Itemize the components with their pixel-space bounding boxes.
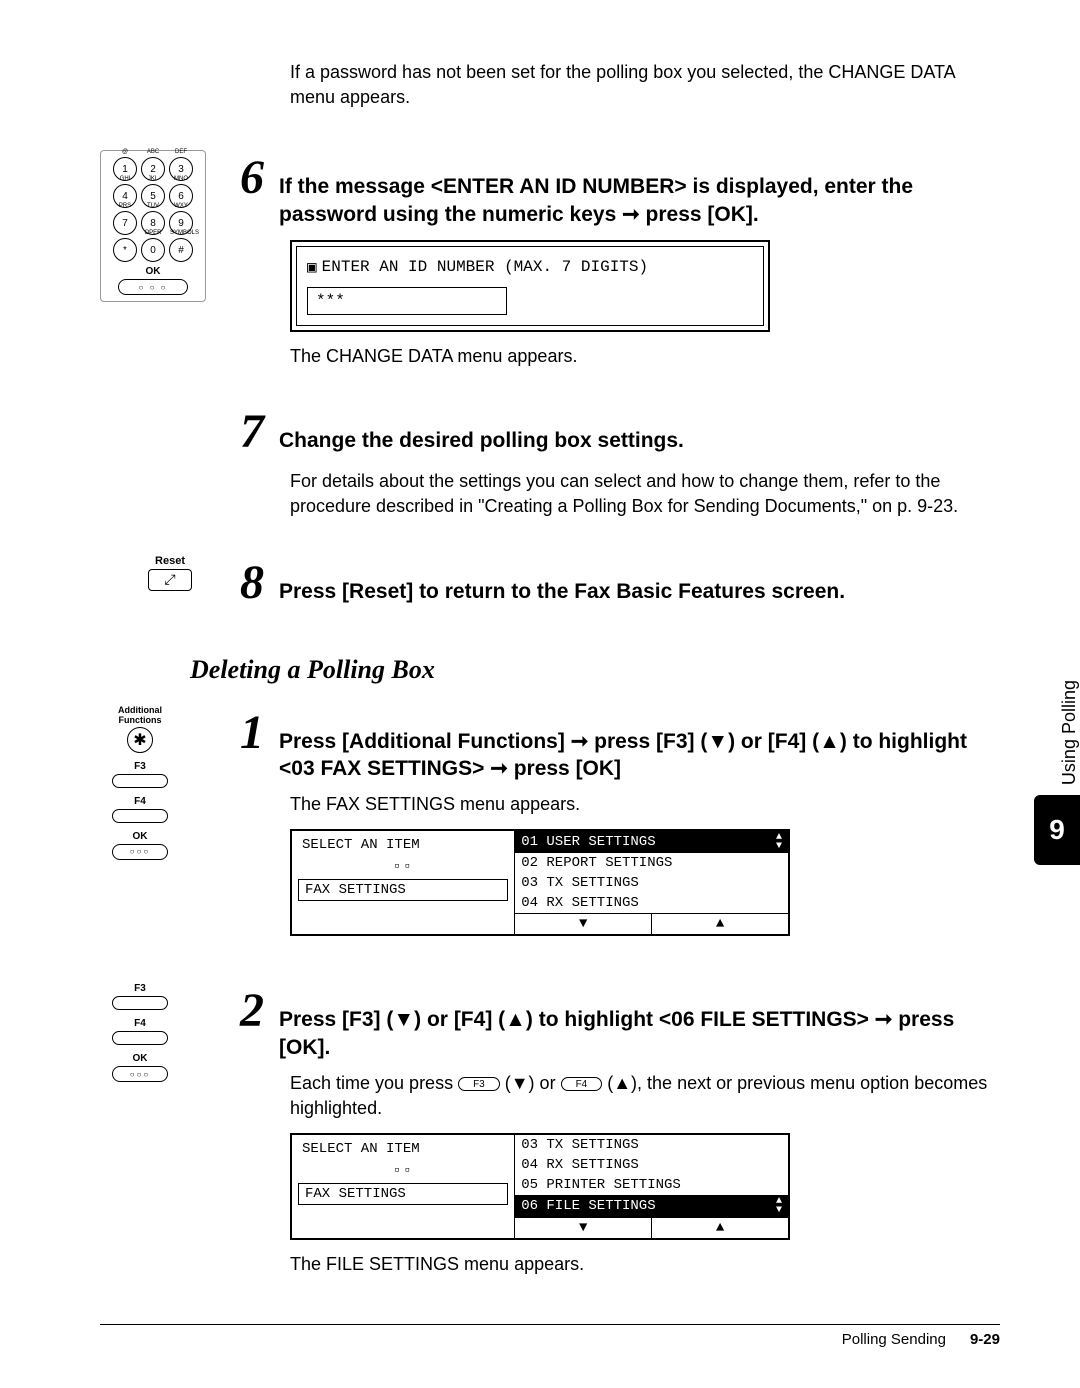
f4-button-icon: [112, 1031, 168, 1045]
step-number: 6: [240, 150, 264, 205]
lcd-menu-screen: SELECT AN ITEM ▫▫ FAX SETTINGS 03 TX SET…: [290, 1133, 790, 1240]
step-number: 7: [240, 404, 264, 459]
page-footer: Polling Sending 9-29: [100, 1324, 1000, 1348]
step-body: For details about the settings you can s…: [290, 469, 1000, 519]
function-buttons-icon: F3 F4 OK ○○○: [100, 983, 180, 1082]
keypad-key: 0OPER: [141, 238, 165, 262]
step-note: The CHANGE DATA menu appears.: [290, 344, 1000, 369]
f4-key-inline: F4: [561, 1077, 603, 1091]
keypad-key: *: [113, 238, 137, 262]
f4-button-icon: [112, 809, 168, 823]
keypad-key: #SYMBOLS: [169, 238, 193, 262]
menu-item: 04 RX SETTINGS: [515, 893, 788, 913]
down-arrow-icon: ▼: [515, 914, 652, 934]
down-arrow-icon: ▼: [515, 1218, 652, 1238]
section-heading: Deleting a Polling Box: [190, 655, 1000, 685]
menu-item: 04 RX SETTINGS: [515, 1155, 788, 1175]
chapter-label: Using Polling: [1051, 680, 1080, 785]
menu-item: 05 PRINTER SETTINGS: [515, 1175, 788, 1195]
ok-button-icon: ○○○: [112, 844, 168, 860]
chapter-number: 9: [1034, 795, 1080, 865]
menu-item: 03 TX SETTINGS: [515, 1135, 788, 1155]
menu-item: 01 USER SETTINGS▲▼: [515, 831, 788, 853]
up-arrow-icon: ▲: [652, 914, 788, 934]
step-number: 1: [240, 705, 264, 760]
function-buttons-icon: Additional Functions ✱ F3 F4 OK ○○○: [100, 705, 180, 860]
step-title: Press [Reset] to return to the Fax Basic…: [279, 578, 845, 605]
step-body: Each time you press F3 (▼) or F4 (▲), th…: [290, 1071, 1000, 1121]
page-number: 9-29: [970, 1331, 1000, 1348]
footer-section: Polling Sending: [842, 1331, 946, 1348]
menu-item: 02 REPORT SETTINGS: [515, 853, 788, 873]
step-number: 2: [240, 983, 264, 1038]
step-note: The FAX SETTINGS menu appears.: [290, 792, 1000, 817]
ok-button-icon: ○○○: [112, 1066, 168, 1082]
reset-button-icon: Reset ⤢: [140, 555, 200, 591]
step-title: Press [F3] (▼) or [F4] (▲) to highlight …: [279, 1006, 1000, 1061]
f3-button-icon: [112, 996, 168, 1010]
f3-button-icon: [112, 774, 168, 788]
menu-item: 03 TX SETTINGS: [515, 873, 788, 893]
password-field: ***: [307, 287, 507, 315]
lcd-screen: ▣ENTER AN ID NUMBER (MAX. 7 DIGITS) ***: [290, 240, 770, 332]
intro-paragraph: If a password has not been set for the p…: [290, 60, 1000, 110]
ok-button-icon: ○ ○ ○: [118, 279, 188, 295]
up-arrow-icon: ▲: [652, 1218, 788, 1238]
step-title: Change the desired polling box settings.: [279, 427, 684, 454]
lcd-menu-screen: SELECT AN ITEM ▫▫ FAX SETTINGS 01 USER S…: [290, 829, 790, 936]
ok-label: OK: [107, 266, 199, 277]
step-note: The FILE SETTINGS menu appears.: [290, 1252, 1000, 1277]
step-title: If the message <ENTER AN ID NUMBER> is d…: [279, 173, 1000, 228]
f3-key-inline: F3: [458, 1077, 500, 1091]
step-number: 8: [240, 555, 264, 610]
keypad-icon: 1@2ABC3DEF4GHI5JKL6MNO7PRS8TUV9WXY*0OPER…: [100, 150, 240, 369]
keypad-key: 7PRS: [113, 211, 137, 235]
additional-functions-icon: ✱: [127, 727, 153, 753]
display-icon: ▣: [307, 257, 317, 277]
step-title: Press [Additional Functions] ➞ press [F3…: [279, 728, 1000, 783]
menu-item: 06 FILE SETTINGS▲▼: [515, 1195, 788, 1217]
